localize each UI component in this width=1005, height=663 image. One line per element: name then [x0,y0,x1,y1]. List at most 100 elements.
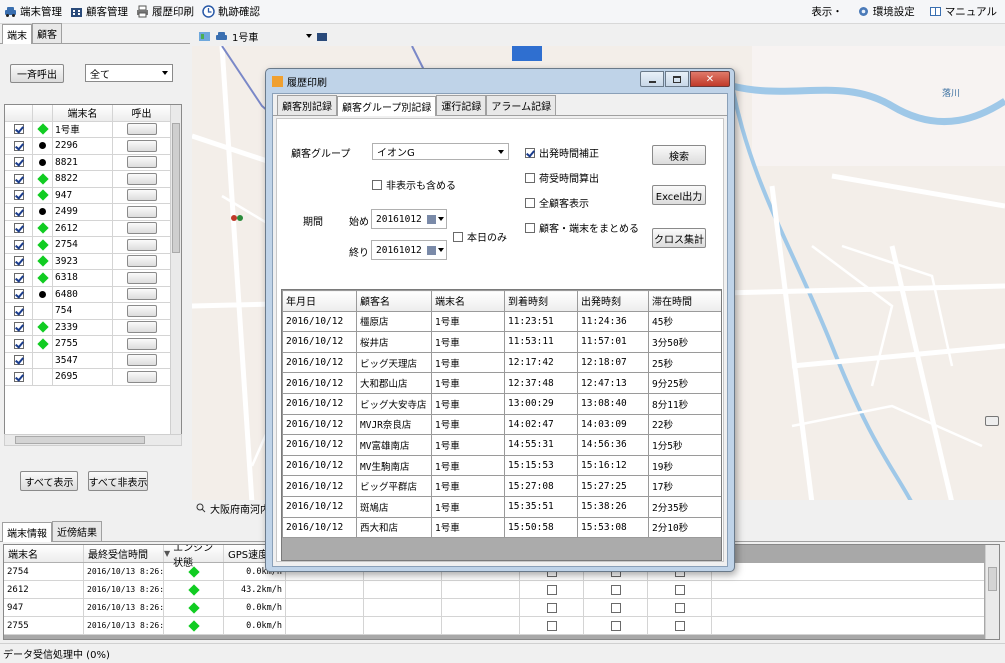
calendar-dropdown[interactable] [427,245,446,255]
option-checkbox[interactable] [525,222,535,233]
scroll-thumb[interactable] [15,436,145,444]
info-checkbox[interactable] [610,620,621,631]
search-button[interactable]: 検索 [652,145,706,165]
terminal-visible-checkbox[interactable] [13,289,24,300]
hide-all-button[interactable]: すべて非表示 [88,471,148,491]
terminal-row[interactable]: 3547 [5,352,181,369]
tab-nearby-results[interactable]: 近傍結果 [52,521,102,541]
call-button[interactable] [126,189,157,202]
info-checkbox[interactable] [546,584,557,595]
call-button[interactable] [126,205,157,218]
tab-customer[interactable]: 顧客 [32,23,62,43]
col-name[interactable]: 端末名 [4,545,84,562]
terminal-visible-checkbox[interactable] [13,371,24,382]
result-row[interactable]: 2016/10/12 桜井店 1号車 11:53:11 11:57:01 3分50秒 [282,331,721,353]
terminal-visible-checkbox[interactable] [13,272,24,283]
map-icon[interactable] [198,30,211,43]
info-checkbox[interactable] [674,584,685,595]
close-button[interactable]: ✕ [690,71,730,87]
terminal-visible-checkbox[interactable] [13,322,24,333]
result-col-2[interactable]: 端末名 [431,290,505,312]
call-button[interactable] [126,123,157,136]
result-row[interactable]: 2016/10/12 MV生駒南店 1号車 15:15:53 15:16:12 19秒 [282,454,721,477]
vehicle-select[interactable]: 1号車 [232,29,312,44]
filter-select[interactable]: 全て [85,64,173,82]
terminal-row[interactable]: 2339 [5,319,181,336]
terminal-visible-checkbox[interactable] [13,173,24,184]
col-terminal-name[interactable]: 端末名 [53,105,113,121]
call-button[interactable] [126,370,157,383]
menu-settings[interactable]: 環境設定 [853,4,919,19]
col-last-received[interactable]: 最終受信時間 [84,545,164,562]
terminal-row[interactable]: 2296 [5,138,181,155]
dialog-tab-3[interactable]: アラーム記録 [486,95,557,115]
result-col-1[interactable]: 顧客名 [356,290,432,312]
info-checkbox[interactable] [546,620,557,631]
option-checkbox[interactable] [525,172,535,183]
call-button[interactable] [126,156,157,169]
terminal-row[interactable]: 2754 [5,237,181,254]
dialog-tab-1[interactable]: 顧客グループ別記録 [337,96,437,116]
tab-terminal[interactable]: 端末 [2,24,32,44]
dialog-option[interactable]: 顧客・端末をまとめる [525,220,639,235]
info-row[interactable]: 26122016/10/13 8:26:59 43.2km/h [4,581,984,599]
terminal-visible-checkbox[interactable] [13,206,24,217]
result-row[interactable]: 2016/10/12 MV富雄南店 1号車 14:55:31 14:56:36 1分5秒 [282,434,721,456]
terminal-row[interactable]: 2755 [5,336,181,353]
include-hidden-option[interactable]: 非表示も含める [372,177,456,192]
terminal-visible-checkbox[interactable] [13,157,24,168]
terminal-visible-checkbox[interactable] [13,338,24,349]
info-checkbox[interactable] [674,620,685,631]
dialog-option[interactable]: 荷受時間算出 [525,170,639,185]
excel-export-button[interactable]: Excel出力 [652,185,706,205]
result-row[interactable]: 2016/10/12 橿原店 1号車 11:23:51 11:24:36 45秒 [282,310,721,333]
menu-view[interactable]: 表示・ [807,4,847,19]
col-call[interactable]: 呼出 [113,105,171,121]
vertical-scrollbar[interactable] [170,105,181,435]
today-only-option[interactable]: 本日のみ [453,229,507,244]
group-select[interactable]: イオンG [372,143,509,160]
horizontal-scrollbar[interactable] [4,434,182,446]
dialog-tab-2[interactable]: 運行記録 [436,95,487,115]
terminal-row[interactable]: 6480 [5,286,181,303]
terminal-row[interactable]: 3923 [5,253,181,270]
result-row[interactable]: 2016/10/12 斑鳩店 1号車 15:35:51 15:38:26 2分35秒 [282,495,721,518]
terminal-visible-checkbox[interactable] [13,256,24,267]
info-checkbox[interactable] [610,584,621,595]
call-button[interactable] [126,321,157,334]
result-row[interactable]: 2016/10/12 ビッグ大安寺店 1号車 13:00:29 13:08:40 8分11… [282,392,721,415]
terminal-row[interactable]: 2499 [5,204,181,221]
menu-history-print[interactable]: 履歴印刷 [132,4,198,19]
dialog-tab-0[interactable]: 顧客別記録 [277,95,337,115]
call-button[interactable] [126,271,157,284]
scroll-thumb[interactable] [988,567,997,591]
info-row[interactable]: 27552016/10/13 8:26:56 0.0km/h [4,617,984,635]
result-row[interactable]: 2016/10/12 大和郡山店 1号車 12:37:48 12:47:13 9分25秒 [282,372,721,394]
menu-customer-management[interactable]: 顧客管理 [66,4,132,19]
start-date-input[interactable]: 20161012 [371,209,447,229]
result-col-4[interactable]: 出発時刻 [577,290,649,312]
result-row[interactable]: 2016/10/12 ビッグ平群店 1号車 15:27:08 15:27:25 17秒 [282,475,721,497]
call-button[interactable] [126,222,157,235]
call-button[interactable] [126,304,157,317]
result-col-0[interactable]: 年月日 [282,290,357,312]
calendar-dropdown[interactable] [427,214,446,224]
scroll-thumb[interactable] [172,123,180,253]
call-button[interactable] [126,238,157,251]
terminal-row[interactable]: 6318 [5,270,181,287]
terminal-row[interactable]: 754 [5,303,181,320]
option-checkbox[interactable] [525,147,535,158]
info-checkbox[interactable] [546,602,557,613]
end-date-input[interactable]: 20161012 [371,240,447,260]
minimize-button[interactable] [640,71,664,87]
result-row[interactable]: 2016/10/12 西大和店 1号車 15:50:58 15:53:08 2分10秒 [282,516,721,539]
menu-terminal-management[interactable]: 端末管理 [0,4,66,19]
zoom-slider-handle[interactable] [985,416,999,426]
option-checkbox[interactable] [525,197,535,208]
terminal-row[interactable]: 2612 [5,220,181,237]
dialog-option[interactable]: 出発時間補正 [525,145,639,160]
call-button[interactable] [126,255,157,268]
info-checkbox[interactable] [610,602,621,613]
info-row[interactable]: 9472016/10/13 8:26:59 0.0km/h [4,599,984,617]
call-button[interactable] [126,337,157,350]
